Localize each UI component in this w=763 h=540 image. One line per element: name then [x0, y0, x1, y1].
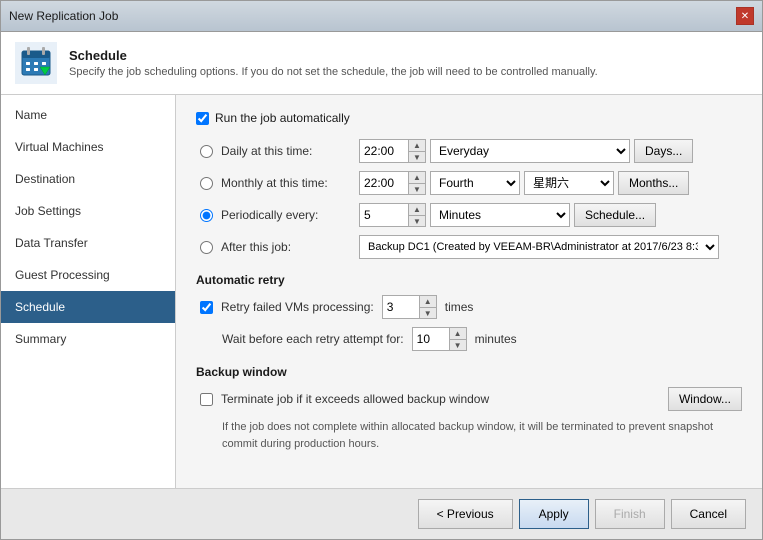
header-description: Specify the job scheduling options. If y…: [69, 66, 598, 78]
retry-buttons: ▲ ▼: [419, 296, 436, 318]
periodically-value-spinner: ▲ ▼: [359, 203, 426, 227]
sidebar-item-virtual-machines[interactable]: Virtual Machines: [1, 131, 175, 163]
terminate-row: Terminate job if it exceeds allowed back…: [200, 387, 742, 411]
monthly-time-buttons: ▲ ▼: [408, 172, 425, 194]
monthly-time-down[interactable]: ▼: [409, 183, 425, 194]
schedule-options: Daily at this time: ▲ ▼ Everyday Weekday…: [200, 139, 742, 259]
after-job-label: After this job:: [221, 240, 351, 254]
retry-section: Retry failed VMs processing: ▲ ▼ times W…: [196, 295, 742, 351]
monthly-label: Monthly at this time:: [221, 176, 351, 190]
content-area: Name Virtual Machines Destination Job Se…: [1, 95, 762, 488]
header-title: Schedule: [69, 48, 598, 63]
retry-unit: times: [445, 300, 474, 314]
daily-time-spinner: ▲ ▼: [359, 139, 426, 163]
retry-section-label: Automatic retry: [196, 273, 742, 287]
window-title: New Replication Job: [9, 9, 118, 23]
retry-row: Retry failed VMs processing: ▲ ▼ times: [200, 295, 742, 319]
retry-up[interactable]: ▲: [420, 296, 436, 307]
periodically-value-input[interactable]: [360, 204, 408, 226]
main-panel: Run the job automatically Daily at this …: [176, 95, 762, 488]
days-button[interactable]: Days...: [634, 139, 693, 163]
daily-label: Daily at this time:: [221, 144, 351, 158]
months-button[interactable]: Months...: [618, 171, 689, 195]
retry-checkbox[interactable]: [200, 301, 213, 314]
daily-time-up[interactable]: ▲: [409, 140, 425, 151]
daily-time-input[interactable]: [360, 140, 408, 162]
sidebar: Name Virtual Machines Destination Job Se…: [1, 95, 176, 488]
daily-controls: ▲ ▼ Everyday Weekdays Weekends Days...: [359, 139, 693, 163]
monthly-week-select[interactable]: First Second Third Fourth Last: [430, 171, 520, 195]
monthly-day-select[interactable]: 星期一 星期二 星期三 星期四 星期五 星期六 星期日: [524, 171, 614, 195]
periodically-up[interactable]: ▲: [409, 204, 425, 215]
sidebar-item-data-transfer[interactable]: Data Transfer: [1, 227, 175, 259]
sidebar-item-job-settings[interactable]: Job Settings: [1, 195, 175, 227]
window-button[interactable]: Window...: [668, 387, 742, 411]
periodically-down[interactable]: ▼: [409, 215, 425, 226]
backup-section-label: Backup window: [196, 365, 742, 379]
monthly-time-spinner: ▲ ▼: [359, 171, 426, 195]
after-job-select[interactable]: Backup DC1 (Created by VEEAM-BR\Administ…: [359, 235, 719, 259]
monthly-time-input[interactable]: [360, 172, 408, 194]
sidebar-item-guest-processing[interactable]: Guest Processing: [1, 259, 175, 291]
run-auto-checkbox[interactable]: [196, 112, 209, 125]
monthly-controls: ▲ ▼ First Second Third Fourth Last: [359, 171, 689, 195]
monthly-time-up[interactable]: ▲: [409, 172, 425, 183]
daily-row: Daily at this time: ▲ ▼ Everyday Weekday…: [200, 139, 742, 163]
sidebar-item-schedule[interactable]: Schedule: [1, 291, 175, 323]
after-job-radio[interactable]: [200, 241, 213, 254]
header-icon: [15, 42, 57, 84]
daily-radio[interactable]: [200, 145, 213, 158]
retry-value-input[interactable]: [383, 296, 419, 318]
daily-time-buttons: ▲ ▼: [408, 140, 425, 162]
main-window: New Replication Job ✕ Schedule Specify t…: [0, 0, 763, 540]
sidebar-item-summary[interactable]: Summary: [1, 323, 175, 355]
backup-section: Terminate job if it exceeds allowed back…: [196, 387, 742, 452]
wait-label: Wait before each retry attempt for:: [222, 332, 404, 346]
run-auto-label: Run the job automatically: [215, 111, 350, 125]
retry-label: Retry failed VMs processing:: [221, 300, 374, 314]
schedule-button[interactable]: Schedule...: [574, 203, 656, 227]
terminate-label: Terminate job if it exceeds allowed back…: [221, 392, 489, 406]
cancel-button[interactable]: Cancel: [671, 499, 746, 529]
apply-button[interactable]: Apply: [519, 499, 589, 529]
title-bar: New Replication Job ✕: [1, 1, 762, 32]
daily-frequency-select[interactable]: Everyday Weekdays Weekends: [430, 139, 630, 163]
monthly-radio[interactable]: [200, 177, 213, 190]
periodically-radio[interactable]: [200, 209, 213, 222]
wait-buttons: ▲ ▼: [449, 328, 466, 350]
wait-up[interactable]: ▲: [450, 328, 466, 339]
footer: < Previous Apply Finish Cancel: [1, 488, 762, 539]
finish-button[interactable]: Finish: [595, 499, 665, 529]
retry-value-spinner: ▲ ▼: [382, 295, 437, 319]
run-auto-row: Run the job automatically: [196, 111, 742, 125]
sidebar-item-name[interactable]: Name: [1, 99, 175, 131]
backup-description: If the job does not complete within allo…: [222, 419, 742, 452]
monthly-row: Monthly at this time: ▲ ▼ First Second: [200, 171, 742, 195]
terminate-checkbox[interactable]: [200, 393, 213, 406]
wait-row: Wait before each retry attempt for: ▲ ▼ …: [222, 327, 742, 351]
header-text: Schedule Specify the job scheduling opti…: [69, 48, 598, 78]
wait-down[interactable]: ▼: [450, 339, 466, 350]
periodically-controls: ▲ ▼ Minutes Hours Schedule...: [359, 203, 656, 227]
after-job-row: After this job: Backup DC1 (Created by V…: [200, 235, 742, 259]
page-header: Schedule Specify the job scheduling opti…: [1, 32, 762, 95]
close-button[interactable]: ✕: [736, 7, 754, 25]
periodically-unit-select[interactable]: Minutes Hours: [430, 203, 570, 227]
periodically-row: Periodically every: ▲ ▼ Minutes Hours: [200, 203, 742, 227]
daily-time-down[interactable]: ▼: [409, 151, 425, 162]
sidebar-item-destination[interactable]: Destination: [1, 163, 175, 195]
schedule-icon: [18, 45, 54, 81]
previous-button[interactable]: < Previous: [418, 499, 513, 529]
wait-unit: minutes: [475, 332, 517, 346]
retry-down[interactable]: ▼: [420, 307, 436, 318]
wait-value-input[interactable]: [413, 328, 449, 350]
periodically-buttons: ▲ ▼: [408, 204, 425, 226]
periodically-label: Periodically every:: [221, 208, 351, 222]
after-job-controls: Backup DC1 (Created by VEEAM-BR\Administ…: [359, 235, 719, 259]
wait-value-spinner: ▲ ▼: [412, 327, 467, 351]
